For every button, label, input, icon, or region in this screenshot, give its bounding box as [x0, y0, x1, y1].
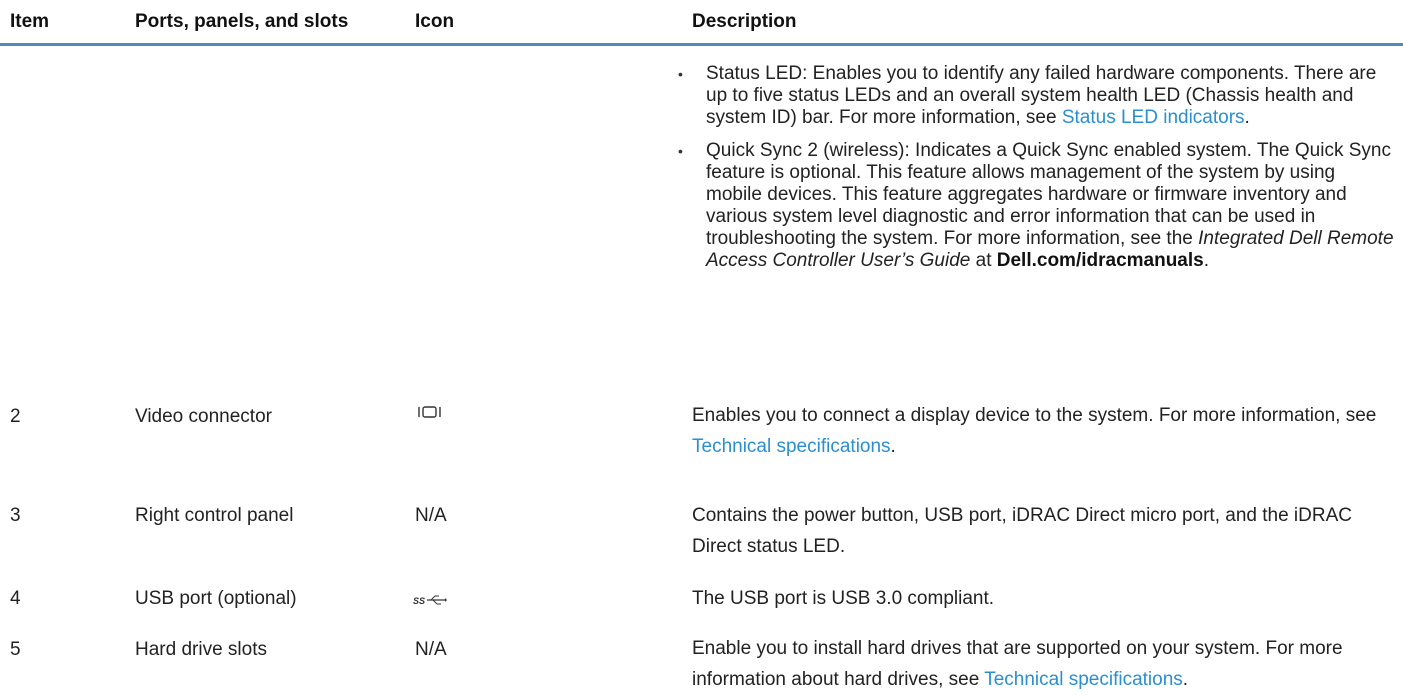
row-3-port: Right control panel [135, 505, 294, 526]
bullet-text: Status LED: Enables you to identify any … [706, 63, 1377, 128]
row-2-item: 2 [10, 406, 21, 427]
row-2-desc-punct: . [890, 436, 896, 457]
row-3-icon-na: N/A [415, 505, 447, 526]
bullet-punct: . [1244, 107, 1250, 128]
row-5-port: Hard drive slots [135, 639, 267, 660]
bullet-status-led: • Status LED: Enables you to identify an… [675, 63, 1395, 129]
row-2-desc-text: Enables you to connect a display device … [692, 405, 1377, 426]
bullet-text-mid: at [970, 250, 997, 271]
status-led-indicators-link[interactable]: Status LED indicators [1062, 107, 1245, 128]
row-3-description: Contains the power button, USB port, iDR… [692, 500, 1392, 562]
idrac-manuals-url: Dell.com/idracmanuals [996, 250, 1204, 271]
row-4-item: 4 [10, 588, 21, 609]
bullet-dot: • [678, 143, 683, 159]
header-ports: Ports, panels, and slots [135, 11, 349, 32]
row-2-description: Enables you to connect a display device … [692, 400, 1392, 462]
usb-3-icon: SS [413, 595, 447, 606]
row-4-port: USB port (optional) [135, 588, 297, 609]
row-1-description-bullets: • Status LED: Enables you to identify an… [675, 63, 1395, 283]
header-description: Description [692, 11, 797, 32]
row-4-desc-text: The USB port is USB 3.0 compliant. [692, 588, 995, 609]
bullet-dot: • [678, 66, 683, 82]
header-icon: Icon [415, 11, 455, 32]
technical-specifications-link[interactable]: Technical specifications [984, 669, 1183, 690]
row-5-item: 5 [10, 639, 21, 660]
row-3-desc-text: Contains the power button, USB port, iDR… [692, 505, 1352, 557]
bullet-quick-sync: • Quick Sync 2 (wireless): Indicates a Q… [675, 140, 1395, 272]
row-4-description: The USB port is USB 3.0 compliant. [692, 583, 1392, 614]
row-2-port: Video connector [135, 406, 272, 427]
row-5-description: Enable you to install hard drives that a… [692, 633, 1392, 695]
table-header: Item Ports, panels, and slots Icon Descr… [0, 0, 1403, 46]
svg-text:SS: SS [413, 596, 425, 606]
technical-specifications-link[interactable]: Technical specifications [692, 436, 891, 457]
header-item: Item [10, 11, 50, 32]
bullet-punct: . [1203, 250, 1209, 271]
video-connector-icon [418, 406, 441, 418]
row-5-desc-punct: . [1182, 669, 1189, 690]
row-5-icon-na: N/A [415, 639, 447, 660]
row-3-item: 3 [10, 505, 21, 526]
